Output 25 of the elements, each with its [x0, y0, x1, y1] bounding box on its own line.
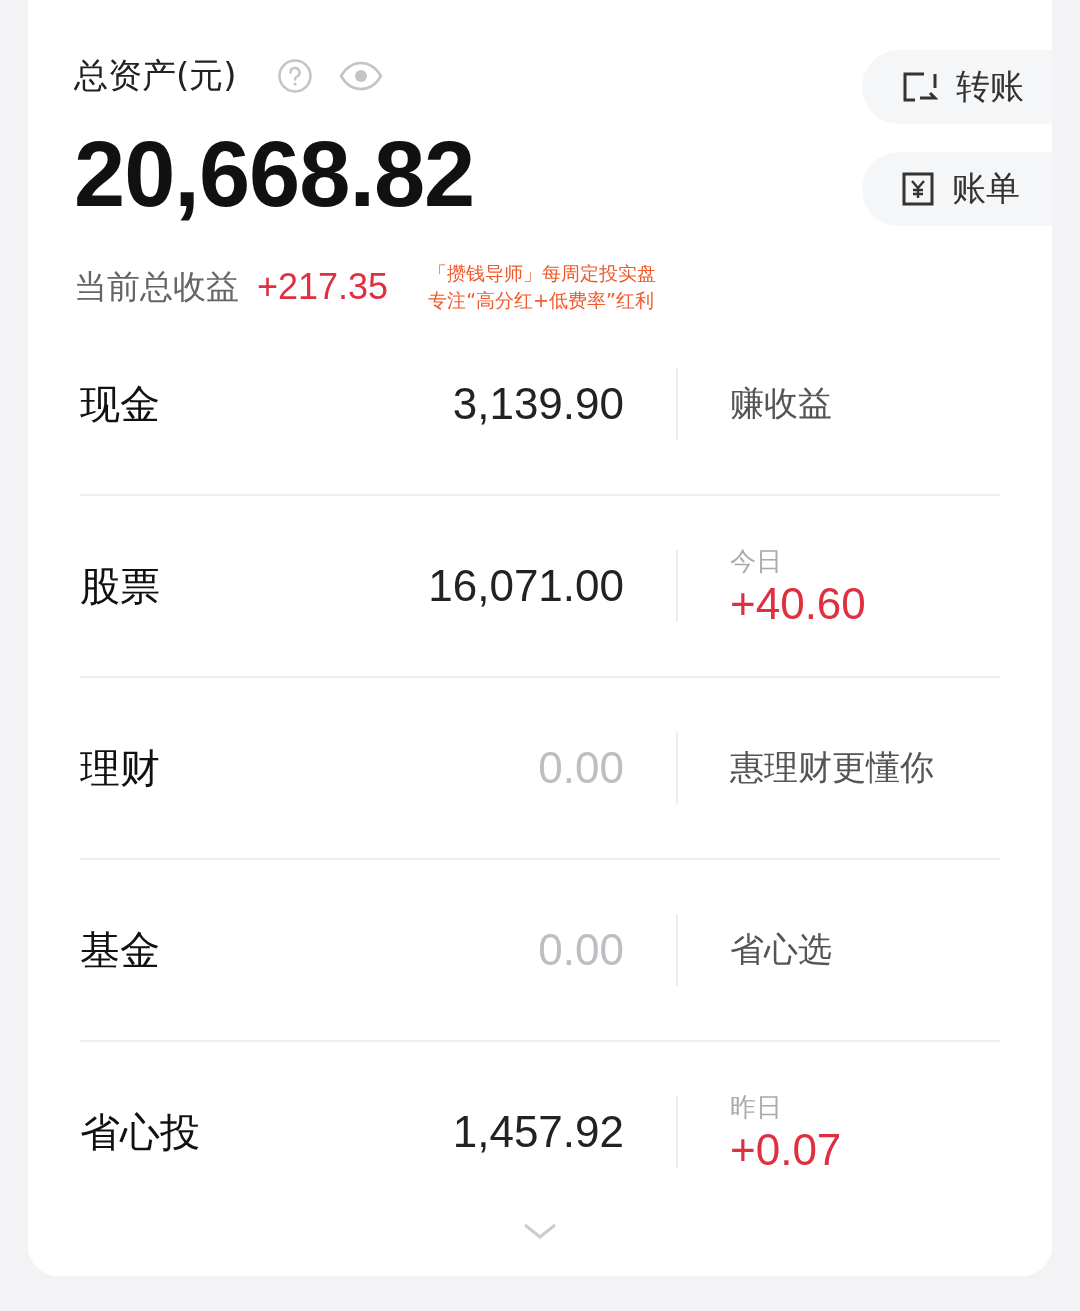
asset-amount: 1,457.92 [451, 1107, 624, 1157]
asset-name: 理财 [80, 743, 161, 793]
asset-name: 股票 [80, 561, 161, 611]
promo-note: 「攒钱导师」每周定投实盘 [428, 261, 657, 286]
period-caption: 今日 [730, 544, 783, 578]
period-caption: 昨日 [730, 1090, 783, 1124]
earnings-change: +40.60 [730, 578, 866, 629]
bill-button[interactable]: 账单 [862, 152, 1052, 226]
profit-amount: +217.35 [257, 266, 389, 308]
asset-amount: 0.00 [537, 925, 624, 975]
promo-note: 专注“高分红+低费率”红利 [428, 288, 655, 313]
promo-link[interactable]: 赚收益 [730, 381, 832, 427]
transfer-button[interactable]: 转账 [862, 50, 1052, 124]
asset-name: 现金 [80, 379, 161, 429]
earnings-change: +0.07 [730, 1124, 842, 1175]
asset-name: 基金 [80, 925, 161, 975]
asset-name: 省心投 [80, 1107, 201, 1157]
asset-amount: 16,071.00 [427, 561, 624, 611]
total-assets-amount: 20,668.82 [74, 128, 476, 220]
promo-link[interactable]: 省心选 [730, 927, 832, 973]
total-assets-title: 总资产(元) [74, 54, 237, 97]
asset-amount: 0.00 [537, 743, 624, 793]
profit-label: 当前总收益 [74, 265, 239, 308]
asset-amount: 3,139.90 [451, 379, 624, 429]
promo-link[interactable]: 惠理财更懂你 [730, 745, 934, 791]
